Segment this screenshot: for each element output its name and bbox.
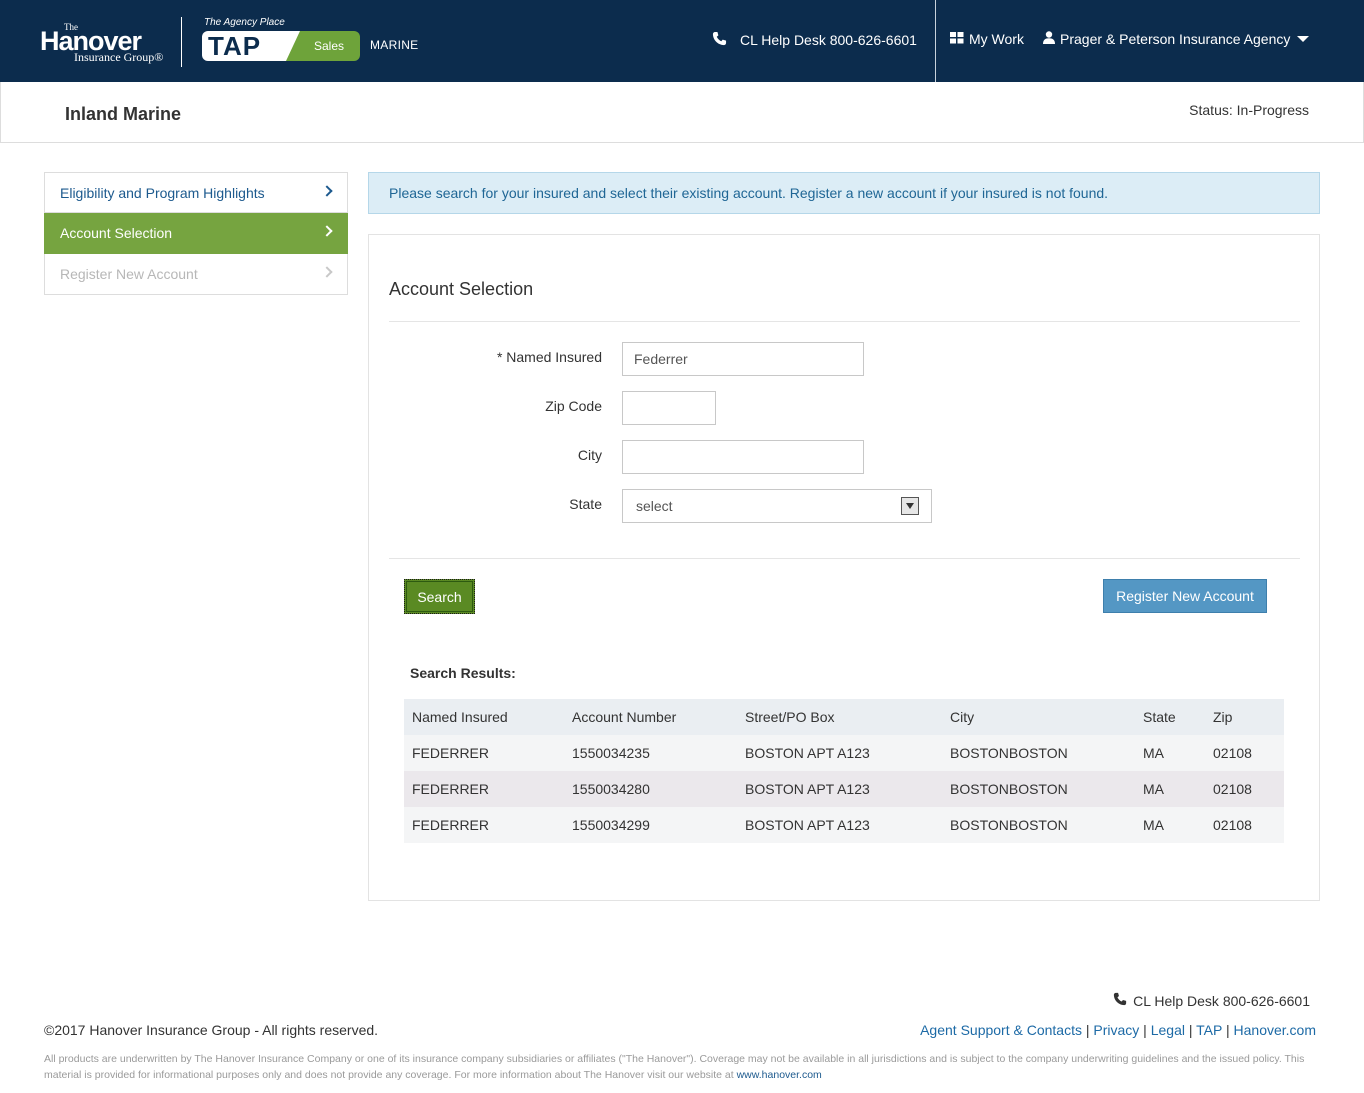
chevron-right-icon	[321, 225, 333, 237]
city-label: City	[577, 447, 602, 463]
select-arrow-icon[interactable]	[901, 497, 919, 515]
column-header-named-insured: Named Insured	[404, 699, 564, 735]
tap-logo[interactable]: The Agency Place TAP Sales MARINE	[202, 16, 432, 64]
footer-link-tap[interactable]: TAP	[1196, 1022, 1222, 1038]
line-of-business-label: MARINE	[370, 38, 419, 52]
zip-code-label: Zip Code	[545, 398, 602, 414]
grid-icon	[950, 31, 964, 47]
named-insured-label: * Named Insured	[496, 349, 602, 365]
top-header: The Hanover Insurance Group® The Agency …	[0, 0, 1364, 82]
table-header-row: Named Insured Account Number Street/PO B…	[404, 699, 1284, 735]
status-text: Status: In-Progress	[1189, 102, 1309, 118]
sidebar-item-label: Eligibility and Program Highlights	[60, 185, 265, 201]
phone-icon	[712, 31, 727, 49]
table-row[interactable]: FEDERRER 1550034235 BOSTON APT A123 BOST…	[404, 735, 1284, 771]
column-header-state: State	[1135, 699, 1205, 735]
header-divider	[181, 17, 182, 67]
footer-link-privacy[interactable]: Privacy	[1093, 1022, 1139, 1038]
footer-helpdesk[interactable]: CL Help Desk 800-626-6601	[1113, 992, 1310, 1009]
header-divider-right	[935, 0, 936, 82]
footer-links: Agent Support & Contacts | Privacy | Leg…	[920, 1022, 1316, 1038]
cell-street: BOSTON APT A123	[737, 807, 942, 843]
sidebar-item-register-new-account: Register New Account	[44, 254, 348, 295]
tap-agency-place: The Agency Place	[204, 17, 285, 28]
cell-city: BOSTONBOSTON	[942, 807, 1135, 843]
my-work-label: My Work	[969, 31, 1024, 47]
panel-title: Account Selection	[389, 279, 534, 299]
city-input[interactable]	[622, 440, 864, 474]
hanover-logo[interactable]: The Hanover Insurance Group®	[40, 22, 164, 64]
footer-link-hanover[interactable]: Hanover.com	[1234, 1022, 1316, 1038]
cell-named-insured: FEDERRER	[404, 771, 564, 807]
cell-state: MA	[1135, 807, 1205, 843]
logo-group: Insurance Group®	[74, 50, 164, 64]
phone-icon	[1113, 992, 1127, 1009]
copyright: ©2017 Hanover Insurance Group - All righ…	[44, 1022, 379, 1038]
footer-helpdesk-text: CL Help Desk 800-626-6601	[1133, 992, 1310, 1009]
info-alert: Please search for your insured and selec…	[368, 172, 1320, 214]
table-row[interactable]: FEDERRER 1550034280 BOSTON APT A123 BOST…	[404, 771, 1284, 807]
cell-zip: 02108	[1205, 771, 1284, 807]
cell-city: BOSTONBOSTON	[942, 735, 1135, 771]
search-results-label: Search Results:	[410, 665, 516, 681]
sidebar-item-eligibility[interactable]: Eligibility and Program Highlights	[44, 172, 348, 213]
table-row[interactable]: FEDERRER 1550034299 BOSTON APT A123 BOST…	[404, 807, 1284, 843]
caret-down-icon	[1297, 36, 1310, 42]
user-icon	[1043, 31, 1055, 47]
column-header-zip: Zip	[1205, 699, 1284, 735]
my-work-link[interactable]: My Work	[950, 31, 1024, 47]
header-helpdesk[interactable]: CL Help Desk 800-626-6601	[712, 31, 917, 49]
cell-street: BOSTON APT A123	[737, 771, 942, 807]
cell-street: BOSTON APT A123	[737, 735, 942, 771]
helpdesk-text: CL Help Desk 800-626-6601	[740, 32, 917, 48]
zip-code-input[interactable]	[622, 391, 716, 425]
cell-state: MA	[1135, 771, 1205, 807]
agency-name: Prager & Peterson Insurance Agency	[1060, 31, 1291, 47]
cell-state: MA	[1135, 735, 1205, 771]
named-insured-input[interactable]	[622, 342, 864, 376]
cell-account-number: 1550034280	[564, 771, 737, 807]
cell-named-insured: FEDERRER	[404, 807, 564, 843]
chevron-right-icon	[321, 185, 333, 197]
sidebar-nav: Eligibility and Program Highlights Accou…	[44, 172, 348, 295]
page-title-bar: Inland Marine Status: In-Progress	[0, 82, 1364, 143]
search-results-table: Named Insured Account Number Street/PO B…	[404, 699, 1284, 843]
footer-link-agent-support[interactable]: Agent Support & Contacts	[920, 1022, 1082, 1038]
chevron-right-icon	[321, 266, 333, 278]
column-header-city: City	[942, 699, 1135, 735]
sidebar-item-label: Account Selection	[60, 225, 173, 241]
state-select[interactable]: select	[622, 489, 932, 523]
divider	[389, 321, 1300, 322]
state-label: State	[569, 496, 602, 512]
account-selection-panel: Account Selection * Named Insured Zip Co…	[368, 234, 1320, 901]
cell-named-insured: FEDERRER	[404, 735, 564, 771]
divider	[389, 558, 1300, 559]
footer-link-legal[interactable]: Legal	[1151, 1022, 1185, 1038]
cell-zip: 02108	[1205, 807, 1284, 843]
disclaimer-text: All products are underwritten by The Han…	[44, 1053, 1305, 1081]
cell-zip: 02108	[1205, 735, 1284, 771]
disclaimer-link[interactable]: www.hanover.com	[737, 1069, 822, 1081]
cell-city: BOSTONBOSTON	[942, 771, 1135, 807]
tap-label: TAP	[202, 31, 294, 61]
search-button[interactable]: Search	[404, 579, 475, 614]
column-header-account-number: Account Number	[564, 699, 737, 735]
register-new-account-button[interactable]: Register New Account	[1103, 579, 1267, 613]
tap-slash-shape	[286, 31, 300, 61]
footer-disclaimer: All products are underwritten by The Han…	[44, 1051, 1320, 1083]
state-select-value: select	[636, 498, 673, 514]
agency-menu[interactable]: Prager & Peterson Insurance Agency	[1043, 31, 1310, 47]
cell-account-number: 1550034235	[564, 735, 737, 771]
sidebar-item-label: Register New Account	[60, 266, 198, 282]
cell-account-number: 1550034299	[564, 807, 737, 843]
sidebar-item-account-selection[interactable]: Account Selection	[44, 213, 348, 254]
page-title: Inland Marine	[65, 104, 182, 124]
column-header-street: Street/PO Box	[737, 699, 942, 735]
